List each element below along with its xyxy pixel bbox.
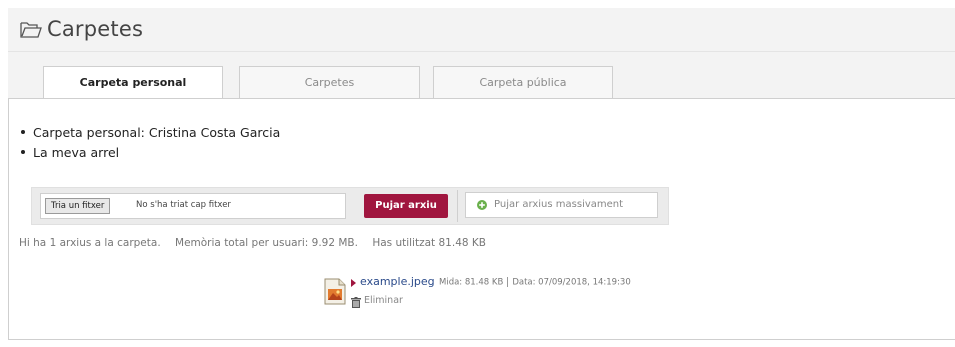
tab-carpetes[interactable]: Carpetes xyxy=(239,66,420,98)
bullet-icon xyxy=(21,149,25,154)
bullet-icon xyxy=(21,129,25,134)
breadcrumb-personal-folder: Carpeta personal: Cristina Costa Garcia xyxy=(33,125,281,140)
tab-carpeta-personal[interactable]: Carpeta personal xyxy=(43,66,223,100)
file-list-item: example.jpeg Mida: 81.48 KB Data: 07/09/2… xyxy=(324,273,764,323)
trash-icon[interactable] xyxy=(351,297,361,308)
image-file-icon xyxy=(324,278,346,305)
upload-toolbar: Tria un fitxer No s'ha triat cap fitxer … xyxy=(31,187,669,225)
file-name-link[interactable]: example.jpeg xyxy=(360,275,435,288)
folder-stats: Hi ha 1 arxius a la carpeta. Memòria tot… xyxy=(19,237,497,249)
breadcrumb-root: La meva arrel xyxy=(33,145,120,160)
tab-bar: Carpeta personal Carpetes Carpeta públic… xyxy=(8,52,955,100)
tab-panel: Carpeta personal: Cristina Costa Garcia … xyxy=(8,98,955,340)
mass-upload-button[interactable]: Pujar arxius massivament xyxy=(465,192,658,218)
page-title: Carpetes xyxy=(47,17,144,41)
toolbar-divider xyxy=(457,190,458,222)
memory-total-text: Memòria total per usuari: 9.92 MB. xyxy=(175,237,358,249)
file-count-text: Hi ha 1 arxius a la carpeta. xyxy=(19,237,161,249)
breadcrumb-item: La meva arrel xyxy=(21,143,280,163)
page-header: Carpetes xyxy=(8,8,955,52)
upload-file-button[interactable]: Pujar arxiu xyxy=(364,194,448,218)
file-date: Data: 07/09/2018, 14:19:30 xyxy=(512,277,631,288)
file-arrow-icon xyxy=(351,279,356,287)
file-size: Mida: 81.48 KB xyxy=(439,277,504,288)
mass-upload-label: Pujar arxius massivament xyxy=(494,199,624,210)
folder-open-icon xyxy=(20,22,42,38)
file-meta: Mida: 81.48 KB Data: 07/09/2018, 14:19:30 xyxy=(439,277,631,288)
no-file-chosen-text: No s'ha triat cap fitxer xyxy=(136,200,231,210)
page: Carpetes Carpeta personal Carpetes Carpe… xyxy=(0,0,955,347)
breadcrumb-item: Carpeta personal: Cristina Costa Garcia xyxy=(21,123,280,143)
choose-file-button[interactable]: Tria un fitxer xyxy=(45,198,111,214)
meta-divider xyxy=(507,277,509,287)
memory-used-text: Has utilitzat 81.48 KB xyxy=(372,237,486,249)
tab-carpeta-publica[interactable]: Carpeta pública xyxy=(433,66,613,98)
plus-circle-icon xyxy=(477,200,487,210)
delete-file-link[interactable]: Eliminar xyxy=(364,295,403,306)
breadcrumb: Carpeta personal: Cristina Costa Garcia … xyxy=(21,123,280,163)
file-input[interactable]: Tria un fitxer No s'ha triat cap fitxer xyxy=(40,193,346,219)
